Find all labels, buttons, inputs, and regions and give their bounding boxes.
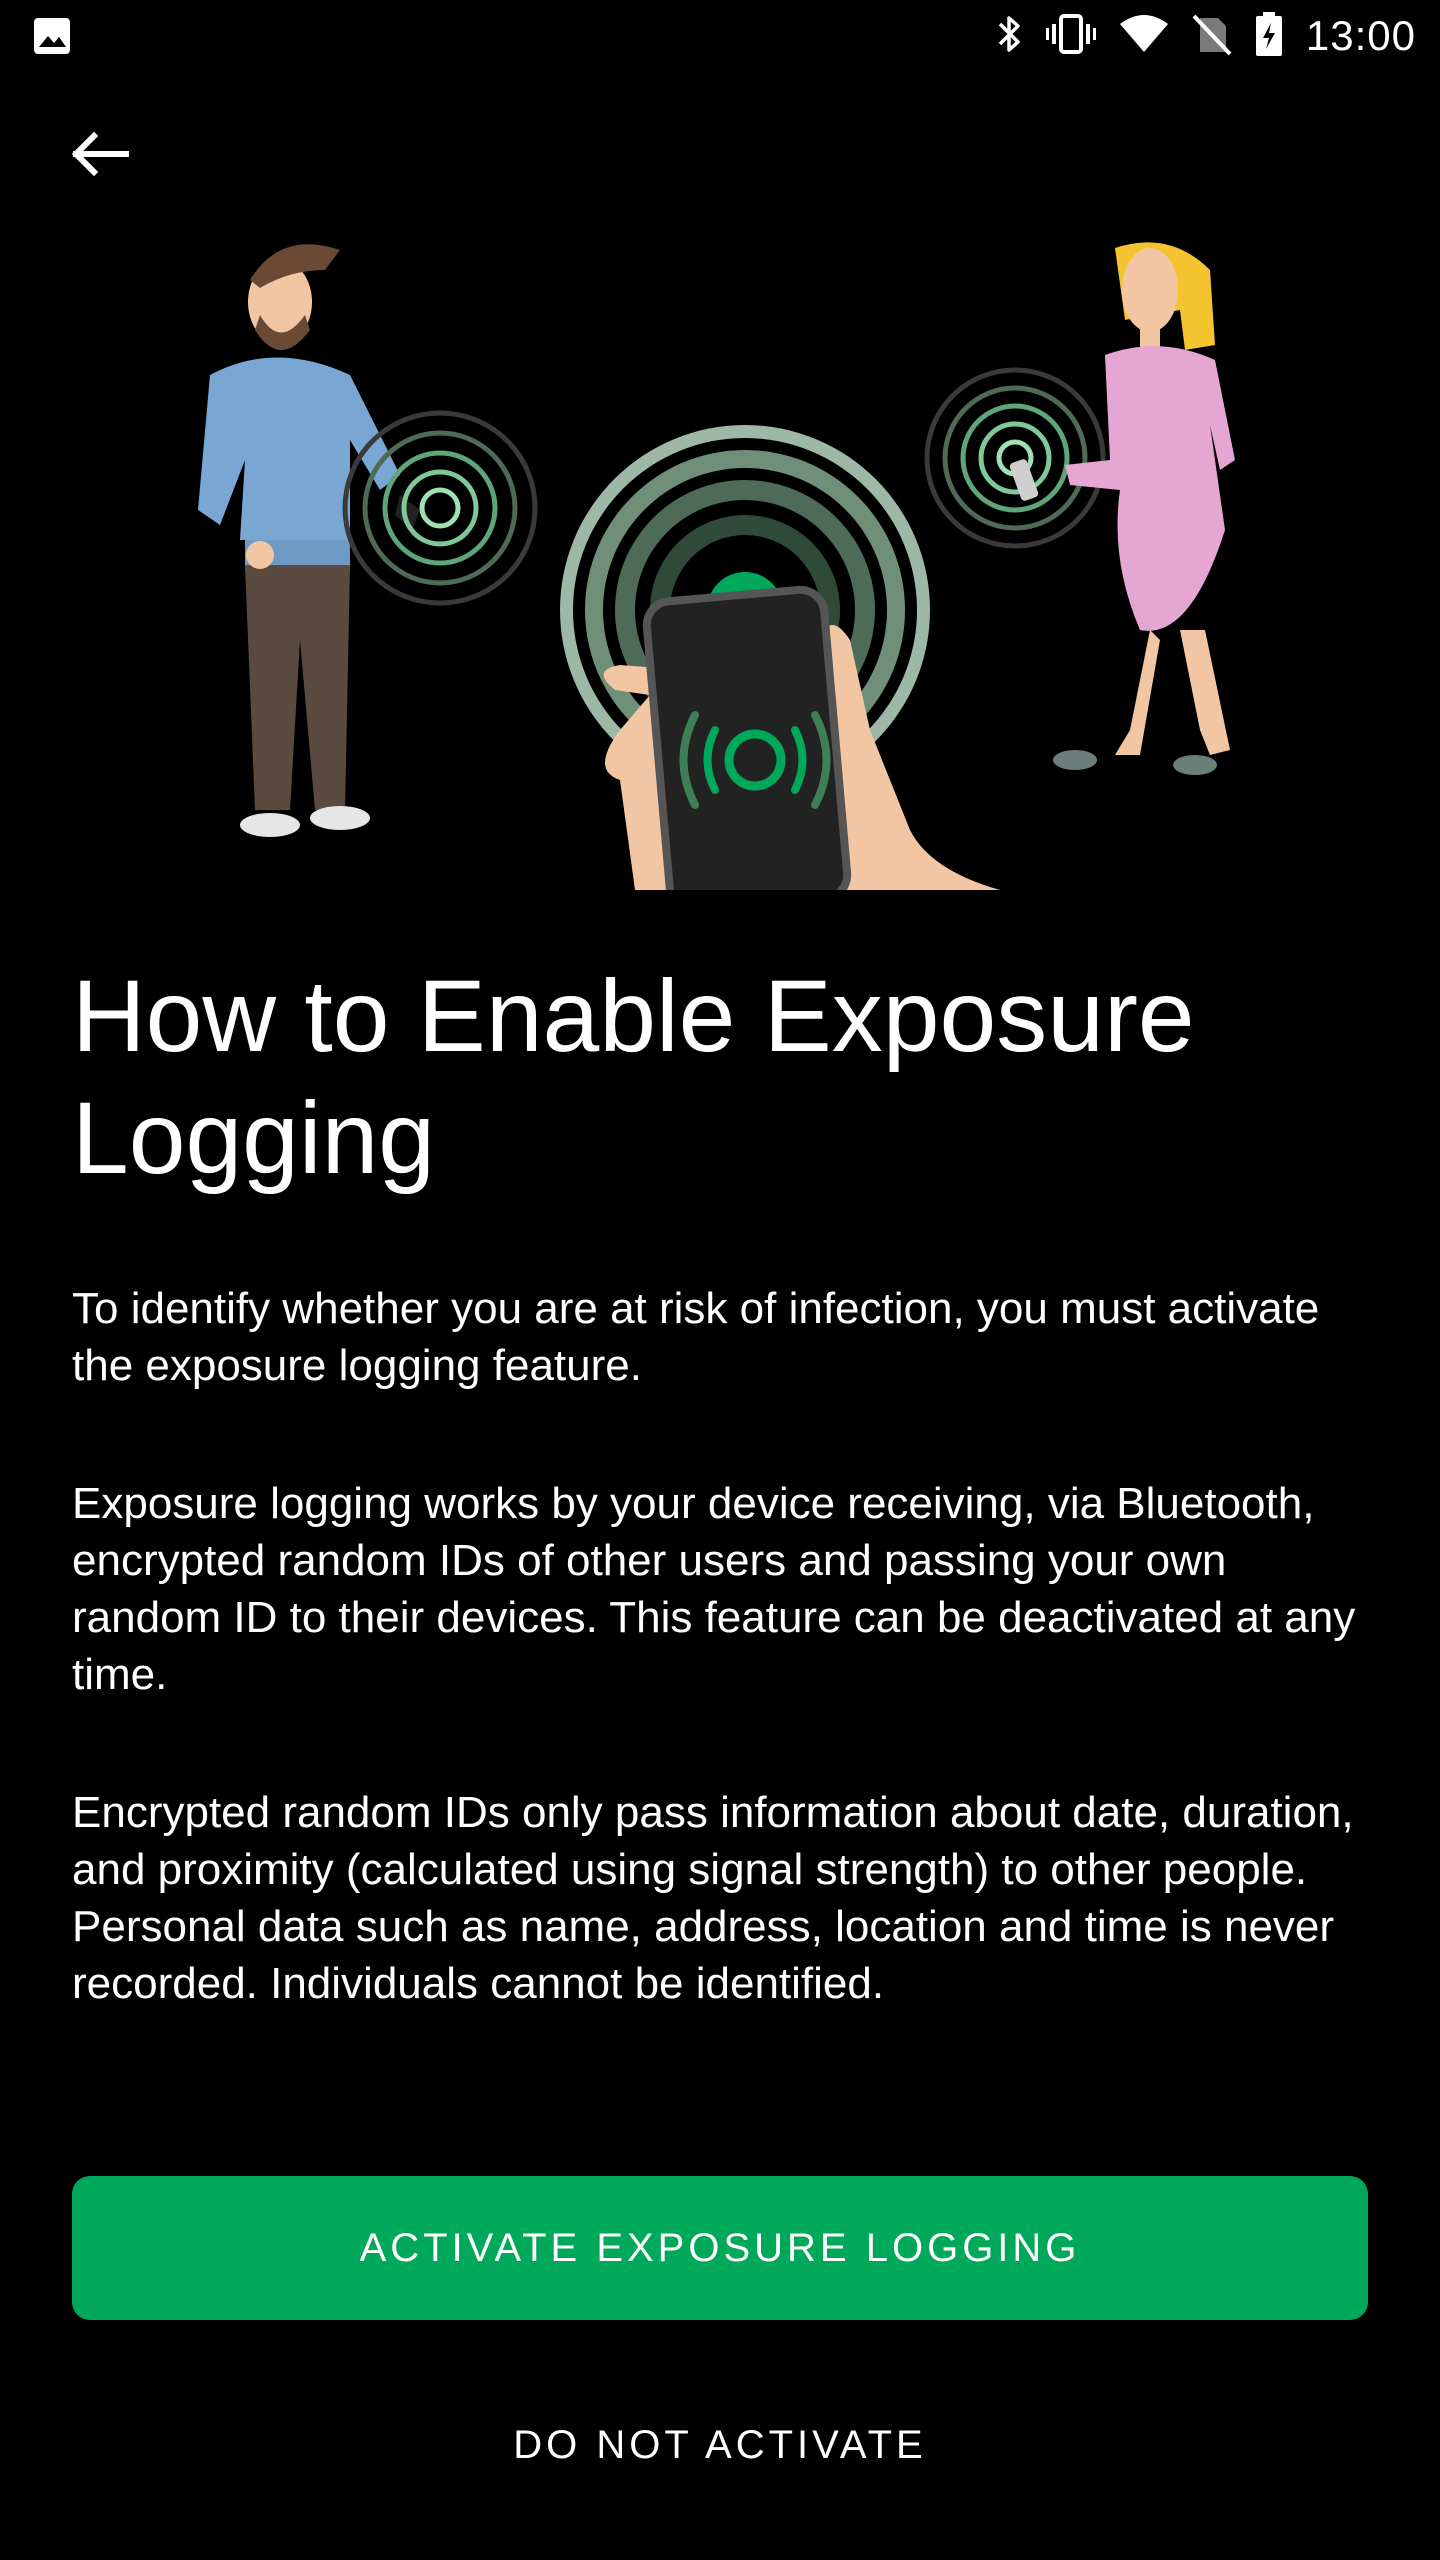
- hand-holding-phone: [603, 585, 1000, 890]
- paragraph-privacy: Encrypted random IDs only pass informati…: [72, 1788, 1354, 2008]
- back-button[interactable]: [56, 118, 144, 190]
- paragraph-risk: To identify whether you are at risk of i…: [72, 1284, 1320, 1390]
- exposure-logging-illustration: [198, 242, 1235, 890]
- do-not-activate-button[interactable]: DO NOT ACTIVATE: [372, 2400, 1068, 2490]
- man-signal-rings: [342, 410, 538, 606]
- bluetooth-icon: [996, 12, 1024, 61]
- arrow-back-icon: [71, 131, 129, 177]
- wifi-icon: [1118, 12, 1170, 61]
- man-figure: [198, 244, 420, 837]
- woman-signal-rings: [924, 367, 1106, 549]
- vibrate-icon: [1045, 12, 1096, 61]
- battery-charging-icon: [1254, 11, 1284, 62]
- page-title: How to Enable Exposure Logging: [72, 959, 1195, 1195]
- image-icon: [32, 16, 72, 61]
- woman-figure: [1009, 242, 1235, 775]
- no-sim-icon: [1192, 12, 1232, 61]
- activate-exposure-logging-button[interactable]: ACTIVATE EXPOSURE LOGGING: [72, 2176, 1368, 2320]
- paragraph-how-it-works: Exposure logging works by your device re…: [72, 1479, 1356, 1699]
- status-time: 13:00: [1305, 12, 1416, 59]
- status-bar: 13:00: [0, 0, 1440, 72]
- status-icons: 13:00: [996, 0, 1416, 72]
